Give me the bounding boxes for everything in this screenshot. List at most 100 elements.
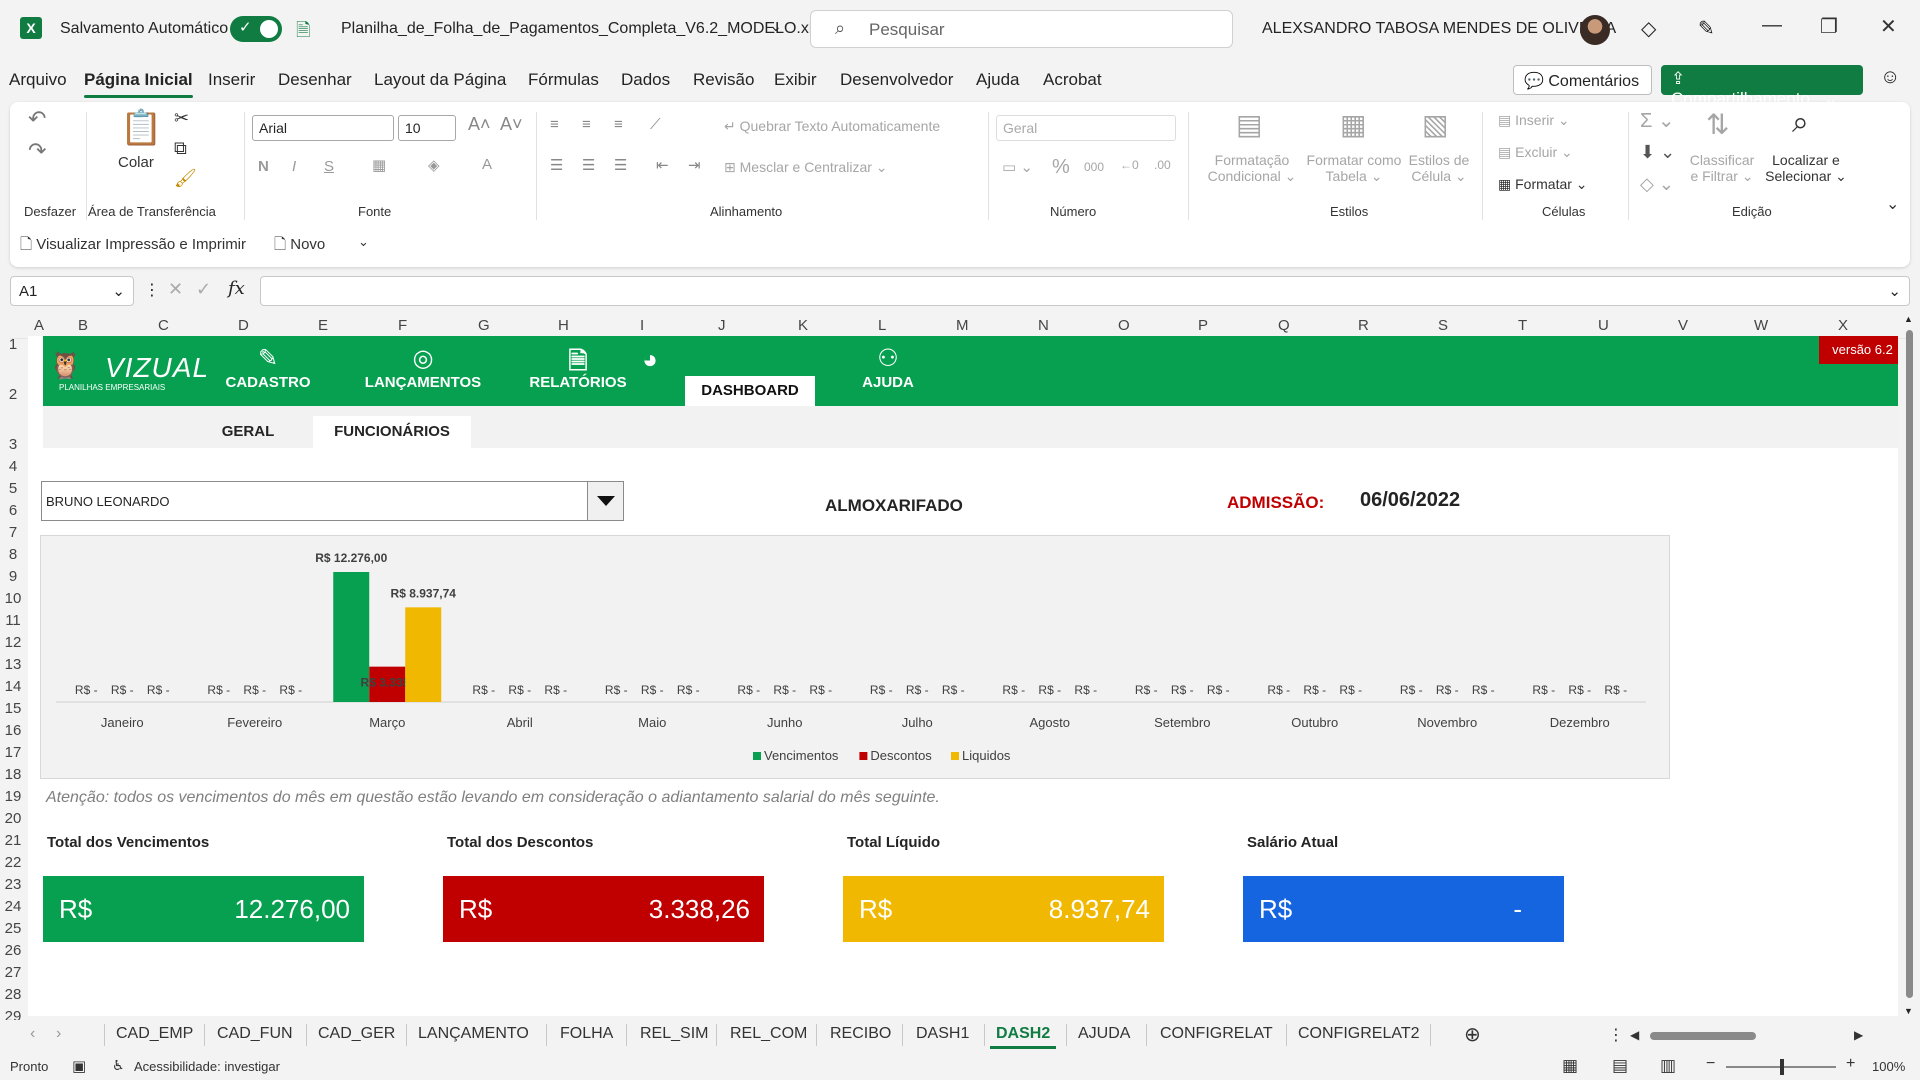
conditional-format-icon[interactable]: ▤ [1236,108,1262,141]
bold-icon[interactable]: N [258,158,269,175]
indent-decrease-icon[interactable]: ⇤ [656,156,669,174]
column-header[interactable]: W [1754,317,1768,334]
row-header[interactable]: 4 [0,458,26,475]
nav-relatorios[interactable]: 🗎 RELATÓRIOS [513,336,643,406]
sheet-tab[interactable]: CAD_GER [318,1025,395,1043]
name-box[interactable]: A1 ⌄ [10,276,134,306]
sheet-tab[interactable]: CAD_FUN [217,1025,293,1043]
sheet-tab[interactable]: AJUDA [1078,1025,1130,1043]
row-header[interactable]: 27 [0,964,26,981]
menu-formulas[interactable]: Fórmulas [528,70,599,90]
sheet-tab[interactable]: DASH1 [916,1025,969,1043]
search-box[interactable]: ⌕ Pesquisar [810,10,1233,48]
cancel-icon[interactable]: ✕ [168,279,183,300]
menu-layout[interactable]: Layout da Página [374,70,506,90]
column-header[interactable]: C [158,317,169,334]
scroll-right-icon[interactable]: ▶ [1854,1028,1863,1042]
tab-prev-icon[interactable]: ‹ [30,1025,35,1043]
row-header[interactable]: 19 [0,788,26,805]
close-icon[interactable]: ✕ [1880,14,1897,39]
user-name[interactable]: ALEXSANDRO TABOSA MENDES DE OLIVEIRA [1262,20,1616,38]
format-table-icon[interactable]: ▦ [1340,108,1366,141]
font-color-icon[interactable]: A [482,156,492,173]
scroll-thumb[interactable] [1906,330,1913,998]
row-header[interactable]: 13 [0,656,26,673]
column-header[interactable]: J [718,317,726,334]
column-header[interactable]: H [558,317,569,334]
nav-ajuda[interactable]: ⚇ AJUDA [823,336,953,406]
row-header[interactable]: 15 [0,700,26,717]
chevron-down-icon[interactable]: ⌄ [770,18,782,35]
row-header[interactable]: 20 [0,810,26,827]
column-header[interactable]: V [1678,317,1688,334]
nav-cadastro[interactable]: ✎ CADASTRO [203,336,333,406]
align-middle-icon[interactable]: ≡ [582,116,591,133]
menu-pagina-inicial[interactable]: Página Inicial [84,70,193,98]
paste-label[interactable]: Colar [118,154,154,171]
function-icon[interactable]: fx [228,278,245,299]
insert-cells-button[interactable]: ▤ Inserir ⌄ [1498,112,1570,129]
find-select-button[interactable]: Localizar e Selecionar ⌄ [1760,152,1852,185]
file-name[interactable]: Planilha_de_Folha_de_Pagamentos_Completa… [341,20,826,38]
currency-icon[interactable]: ▭ ⌄ [1002,158,1033,176]
zoom-slider-handle[interactable] [1780,1059,1784,1075]
column-header[interactable]: X [1838,317,1848,334]
row-header[interactable]: 26 [0,942,26,959]
add-sheet-icon[interactable]: ⊕ [1464,1022,1481,1047]
column-header[interactable]: T [1518,317,1527,334]
tab-next-icon[interactable]: › [56,1025,61,1043]
ribbon-collapse-icon[interactable]: ⌄ [1886,194,1899,214]
column-header[interactable]: N [1038,317,1049,334]
sheet-tab-active[interactable]: DASH2 [989,1025,1057,1049]
column-header[interactable]: I [640,317,644,334]
format-table-button[interactable]: Formatar como Tabela ⌄ [1300,152,1408,185]
sheet-tab[interactable]: CONFIGRELAT [1160,1025,1273,1043]
column-header[interactable]: O [1118,317,1130,334]
indent-increase-icon[interactable]: ⇥ [688,156,701,174]
row-header[interactable]: 12 [0,634,26,651]
row-header[interactable]: 7 [0,524,26,541]
fill-icon[interactable]: ⬇ ⌄ [1640,142,1675,163]
percent-icon[interactable]: % [1052,156,1070,179]
fill-color-icon[interactable]: ◈ [428,156,440,174]
undo-icon[interactable]: ↶ [28,106,46,132]
pen-icon[interactable]: ✎ [1698,16,1715,41]
conditional-format-button[interactable]: Formatação Condicional ⌄ [1206,152,1298,185]
align-right-icon[interactable]: ☰ [614,156,627,174]
qat-customize-icon[interactable]: ⌄ [358,234,369,250]
sheet-tab[interactable]: REL_COM [730,1025,807,1043]
cell-styles-icon[interactable]: ▧ [1422,108,1448,141]
print-preview-button[interactable]: 🗋 Visualizar Impressão e Imprimir [20,234,246,259]
row-header[interactable]: 11 [0,612,26,629]
decrease-decimal-icon[interactable]: .00 [1154,158,1171,172]
align-center-icon[interactable]: ☰ [582,156,595,174]
sheet-tab[interactable]: LANÇAMENTO [418,1025,529,1043]
cell-styles-button[interactable]: Estilos de Célula ⌄ [1406,152,1472,185]
number-format-combo[interactable]: Geral [996,115,1176,141]
row-header[interactable]: 16 [0,722,26,739]
format-cells-button[interactable]: ▦ Formatar ⌄ [1498,176,1588,193]
new-button[interactable]: 🗋 Novo [274,234,325,259]
menu-acrobat[interactable]: Acrobat [1043,70,1102,90]
menu-desenvolvedor[interactable]: Desenvolvedor [840,70,953,90]
italic-icon[interactable]: I [292,158,296,175]
sheet-tab[interactable]: RECIBO [830,1025,891,1043]
minimize-icon[interactable]: — [1762,14,1782,37]
sheet-tab[interactable]: CONFIGRELAT2 [1298,1025,1420,1043]
row-header[interactable]: 17 [0,744,26,761]
row-header[interactable]: 6 [0,502,26,519]
employee-select[interactable]: BRUNO LEONARDO [41,481,624,521]
row-header[interactable]: 3 [0,436,26,453]
menu-inserir[interactable]: Inserir [208,70,255,90]
menu-arquivo[interactable]: Arquivo [9,70,67,90]
nav-dashboard[interactable]: DASHBOARD [685,376,815,406]
column-header[interactable]: M [956,317,969,334]
page-layout-icon[interactable]: ▤ [1612,1056,1628,1076]
more-icon[interactable]: ⋮ [144,280,160,300]
menu-dados[interactable]: Dados [621,70,670,90]
format-painter-icon[interactable]: 🖌 [174,168,197,189]
row-header[interactable]: 18 [0,766,26,783]
sheet-area[interactable]: 🦉 VIZUAL PLANILHAS EMPRESARIAIS ✎ CADASTR… [28,336,1898,1016]
autosum-icon[interactable]: Σ ⌄ [1640,108,1675,133]
row-header[interactable]: 9 [0,568,26,585]
